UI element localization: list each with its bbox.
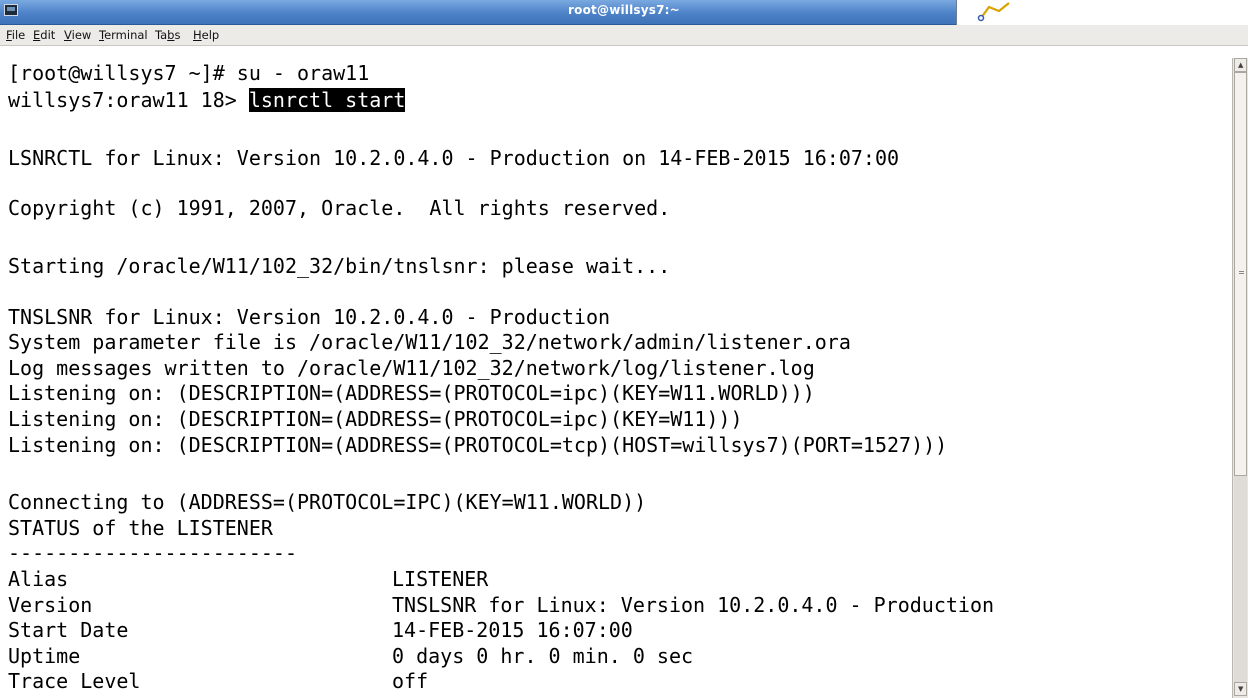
terminal-line: System parameter file is /oracle/W11/102… bbox=[8, 330, 851, 354]
scrollbar-thumb[interactable] bbox=[1234, 72, 1247, 476]
menu-help[interactable]: Help bbox=[193, 28, 219, 42]
status-key: Uptime bbox=[8, 644, 81, 668]
status-row: Trace Level off bbox=[8, 670, 428, 693]
menu-edit[interactable]: Edit bbox=[33, 28, 55, 42]
status-key: Start Date bbox=[8, 618, 129, 642]
scroll-up-button[interactable]: ▲ bbox=[1234, 58, 1247, 72]
graph-curve-icon bbox=[977, 2, 1010, 22]
overlay-graph-panel bbox=[956, 0, 1248, 28]
status-row: Alias LISTENER bbox=[8, 568, 488, 591]
arrow-down-icon: ▼ bbox=[1238, 685, 1244, 693]
shell-prompt: willsys7:oraw11 18> bbox=[8, 88, 249, 112]
status-key: Version bbox=[8, 593, 93, 617]
status-value: off bbox=[392, 669, 429, 693]
status-key: Trace Level bbox=[8, 669, 141, 693]
menu-view[interactable]: View bbox=[64, 28, 91, 42]
menu-tabs[interactable]: Tabs bbox=[155, 28, 180, 42]
terminal-line: TNSLSNR for Linux: Version 10.2.0.4.0 - … bbox=[8, 305, 611, 329]
terminal-line: STATUS of the LISTENER bbox=[8, 516, 273, 540]
arrow-up-icon: ▲ bbox=[1238, 61, 1244, 69]
status-value: LISTENER bbox=[392, 567, 489, 591]
terminal-line: ------------------------ bbox=[8, 541, 297, 565]
terminal-line: Log messages written to /oracle/W11/102_… bbox=[8, 356, 815, 380]
status-value: 0 days 0 hr. 0 min. 0 sec bbox=[392, 644, 694, 668]
terminal-line: Listening on: (DESCRIPTION=(ADDRESS=(PRO… bbox=[8, 433, 948, 457]
terminal-line: LSNRCTL for Linux: Version 10.2.0.4.0 - … bbox=[8, 146, 900, 170]
terminal-line: [root@willsys7 ~]# su - oraw11 bbox=[8, 61, 370, 85]
menu-terminal[interactable]: Terminal bbox=[99, 28, 148, 42]
status-value: 14-FEB-2015 16:07:00 bbox=[392, 618, 633, 642]
menu-file[interactable]: File bbox=[6, 28, 25, 42]
scrollbar-trough[interactable] bbox=[1234, 476, 1247, 682]
terminal-output[interactable]: [root@willsys7 ~]# su - oraw11 willsys7:… bbox=[0, 58, 1232, 698]
status-value: TNSLSNR for Linux: Version 10.2.0.4.0 - … bbox=[392, 593, 995, 617]
grip-icon bbox=[1239, 271, 1244, 274]
status-row: Uptime 0 days 0 hr. 0 min. 0 sec bbox=[8, 645, 693, 668]
status-row: Start Date 14-FEB-2015 16:07:00 bbox=[8, 619, 633, 642]
status-key: Alias bbox=[8, 567, 69, 591]
terminal-line: willsys7:oraw11 18> lsnrctl start bbox=[8, 88, 406, 112]
menu-bar: File Edit View Terminal Tabs Help bbox=[0, 25, 1248, 46]
status-row: Version TNSLSNR for Linux: Version 10.2.0… bbox=[8, 594, 994, 617]
terminal-line: Listening on: (DESCRIPTION=(ADDRESS=(PRO… bbox=[8, 407, 743, 431]
vertical-scrollbar[interactable]: ▲ ▼ bbox=[1232, 58, 1248, 698]
terminal-line: Connecting to (ADDRESS=(PROTOCOL=IPC)(KE… bbox=[8, 490, 647, 514]
scroll-down-button[interactable]: ▼ bbox=[1234, 682, 1247, 696]
terminal-line: Listening on: (DESCRIPTION=(ADDRESS=(PRO… bbox=[8, 381, 815, 405]
highlighted-command: lsnrctl start bbox=[248, 88, 406, 112]
terminal-line: Starting /oracle/W11/102_32/bin/tnslsnr:… bbox=[8, 254, 671, 278]
terminal-line: Copyright (c) 1991, 2007, Oracle. All ri… bbox=[8, 196, 671, 220]
